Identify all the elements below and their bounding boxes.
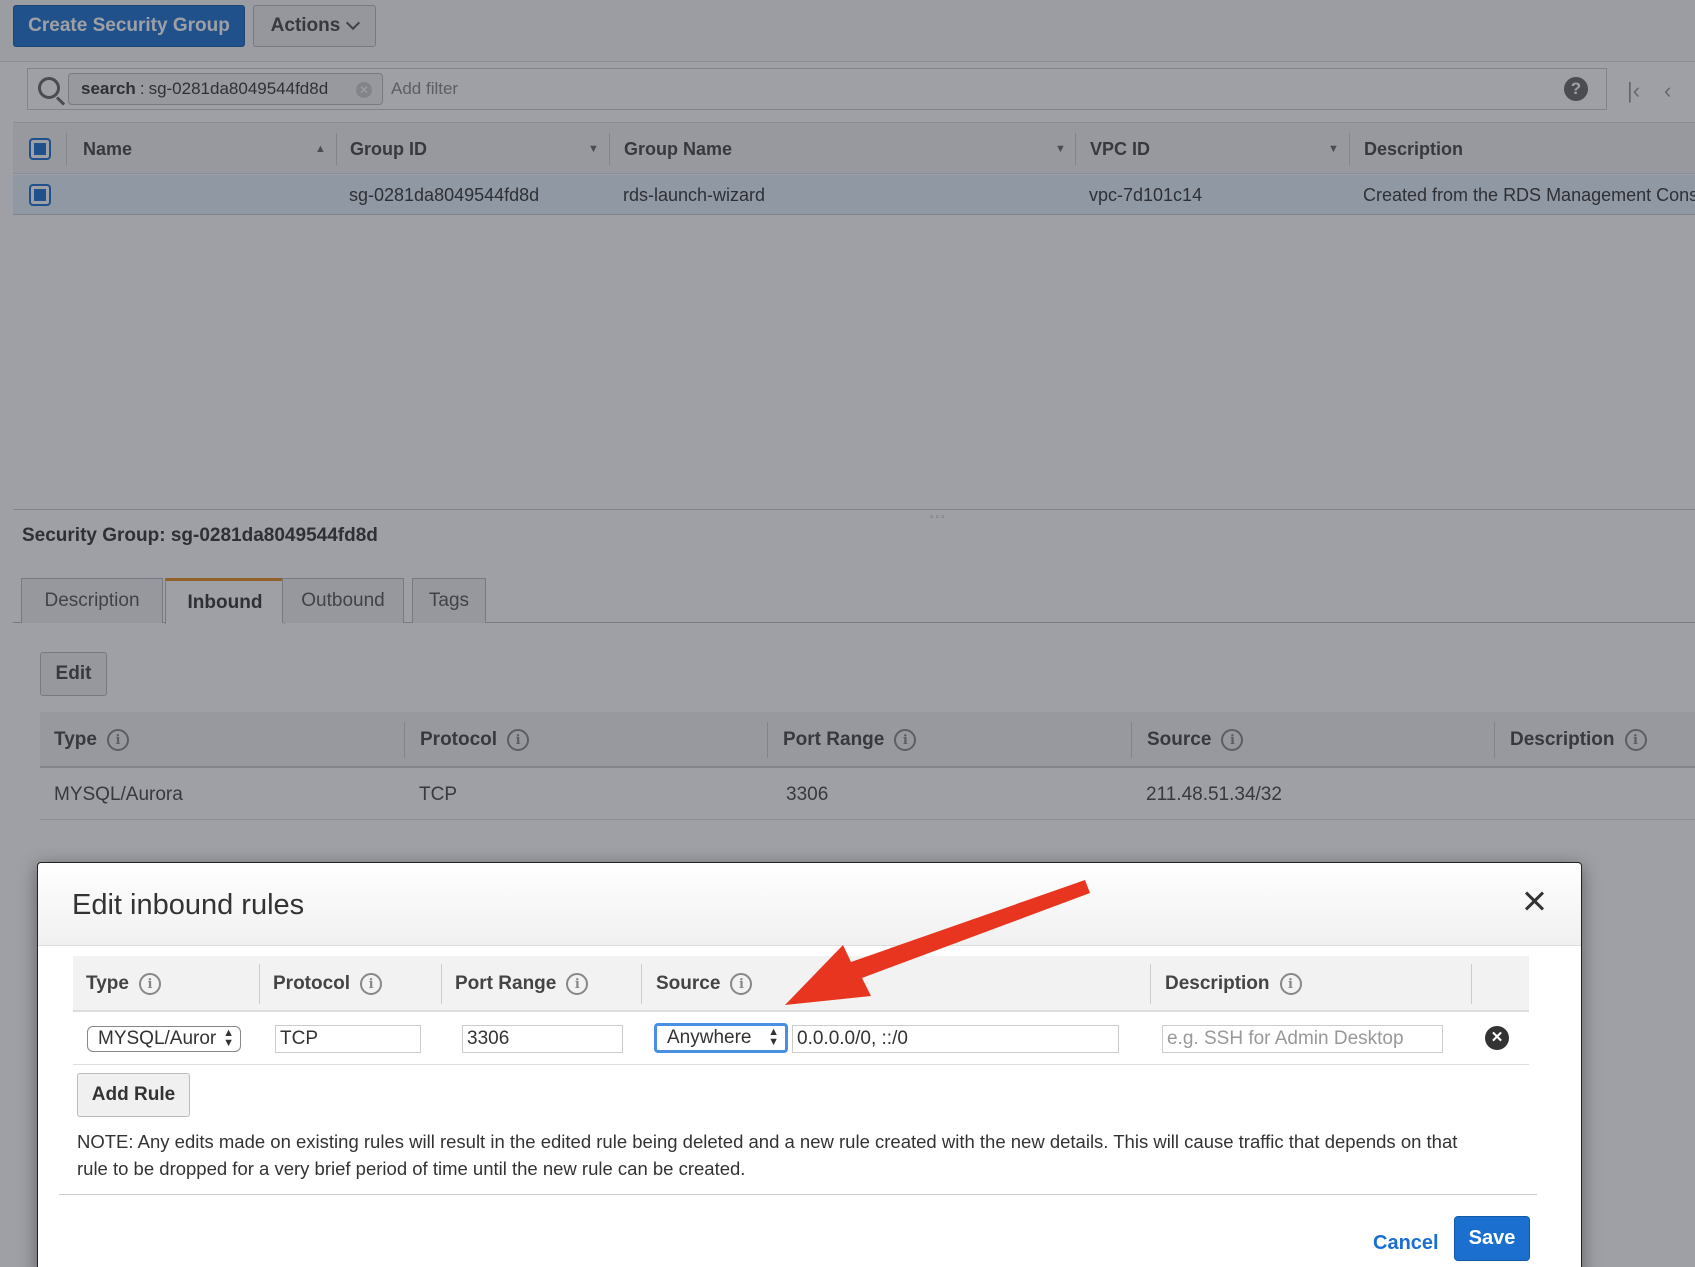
column-header-type: Type i — [86, 956, 161, 1012]
edit-warning-note: NOTE: Any edits made on existing rules w… — [77, 1131, 1458, 1179]
info-icon[interactable]: i — [730, 973, 753, 995]
rule-description-field[interactable]: e.g. SSH for Admin Desktop — [1162, 1025, 1443, 1053]
cancel-button[interactable]: Cancel — [1373, 1232, 1439, 1255]
column-header-source: Source i — [656, 956, 753, 1012]
add-rule-button[interactable]: Add Rule — [77, 1073, 190, 1117]
source-cidr-field[interactable]: 0.0.0.0/0, ::/0 — [792, 1025, 1119, 1053]
column-header-port-range: Port Range i — [455, 956, 589, 1012]
port-range-field[interactable]: 3306 — [462, 1025, 623, 1053]
info-icon[interactable]: i — [138, 973, 161, 995]
info-icon[interactable]: i — [566, 973, 589, 995]
rule-type-select[interactable]: MYSQL/Auror ▲ ▼ — [87, 1026, 241, 1052]
info-icon[interactable]: i — [360, 973, 383, 995]
edit-rule-row: MYSQL/Auror ▲ ▼ TCP 3306 Anywhere ▲ ▼ 0.0.… — [73, 1013, 1529, 1065]
info-icon[interactable]: i — [1279, 973, 1302, 995]
source-select[interactable]: Anywhere ▲ ▼ — [654, 1023, 788, 1053]
column-header-protocol: Protocol i — [273, 956, 383, 1012]
dialog-title: Edit inbound rules — [72, 889, 305, 921]
edit-rules-table-header: Type i Protocol i Port Range i Source i Desc… — [73, 956, 1529, 1012]
select-arrows-icon: ▲ ▼ — [768, 1026, 779, 1048]
protocol-field[interactable]: TCP — [275, 1025, 421, 1053]
close-icon[interactable] — [1520, 887, 1548, 915]
dialog-header: Edit inbound rules — [38, 863, 1581, 946]
select-arrows-icon: ▲ ▼ — [223, 1027, 234, 1049]
column-header-description: Description i — [1165, 956, 1302, 1012]
rule-type-value: MYSQL/Auror — [98, 1028, 217, 1049]
remove-rule-icon[interactable]: ✕ — [1485, 1026, 1509, 1050]
source-select-value: Anywhere — [667, 1027, 752, 1048]
edit-inbound-rules-dialog: Edit inbound rules Type i Protocol i Port … — [37, 862, 1582, 1267]
dialog-footer-divider — [59, 1194, 1537, 1195]
save-button[interactable]: Save — [1454, 1216, 1530, 1261]
